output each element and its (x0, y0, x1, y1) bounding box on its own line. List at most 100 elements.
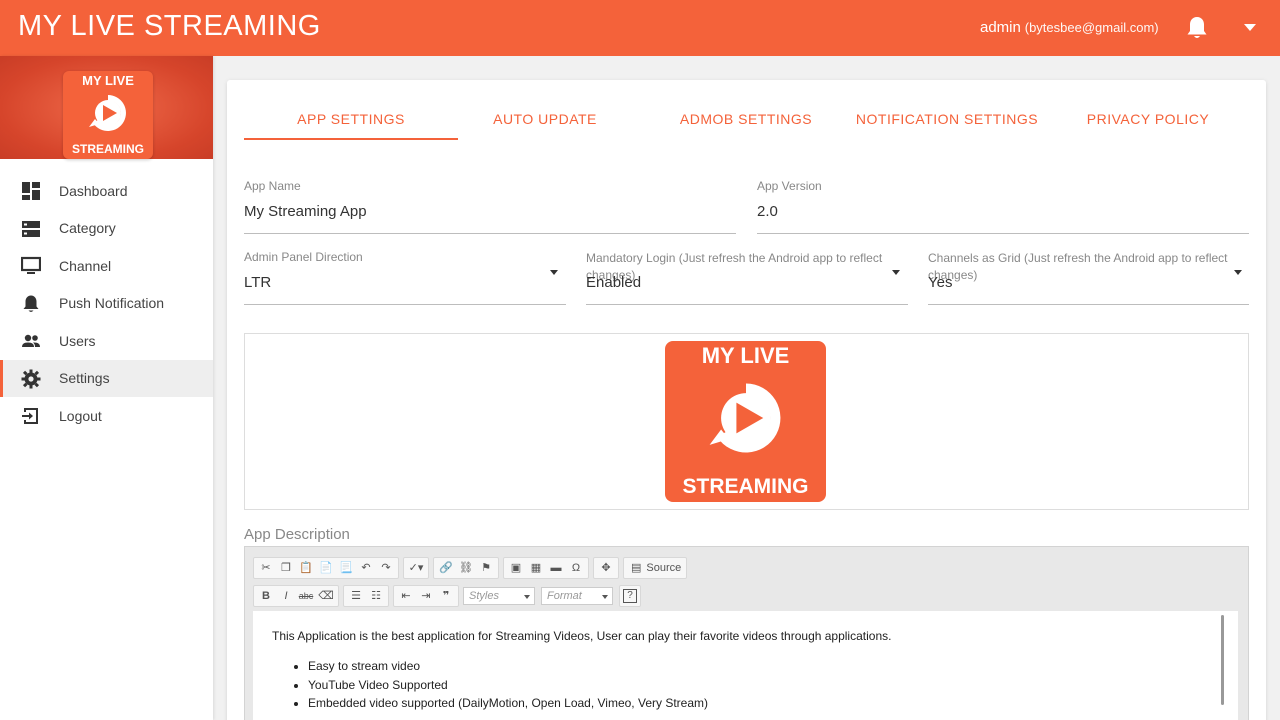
category-icon (22, 220, 40, 237)
outdent-icon[interactable]: ⇤ (397, 587, 415, 605)
link-icon[interactable]: 🔗 (437, 559, 455, 577)
user-email: (bytesbee@gmail.com) (1024, 20, 1159, 35)
dashboard-icon (22, 182, 40, 200)
dropdown-arrow-icon (550, 270, 558, 275)
mandatory-login-value: Enabled (586, 274, 642, 291)
mandatory-login-select[interactable]: Mandatory Login (Just refresh the Androi… (586, 250, 908, 306)
sidebar-item-channel[interactable]: Channel (0, 247, 213, 285)
source-icon: ▤ (631, 562, 642, 574)
description-list: Easy to stream video YouTube Video Suppo… (308, 657, 708, 713)
bold-icon[interactable]: B (257, 587, 275, 605)
indent-icon[interactable]: ⇥ (417, 587, 435, 605)
monitor-icon (21, 256, 41, 274)
strike-icon[interactable]: abc (297, 587, 315, 605)
sidebar-item-label: Push Notification (59, 295, 165, 312)
numbered-list-icon[interactable]: ☰ (347, 587, 365, 605)
dropdown-arrow-icon (892, 270, 900, 275)
app-version-label: App Version (757, 179, 822, 193)
logout-icon (22, 408, 38, 424)
bulleted-list-icon[interactable]: ☷ (367, 587, 385, 605)
sidebar-item-category[interactable]: Category (0, 210, 213, 248)
list-item: YouTube Video Supported (308, 676, 708, 695)
play-logo-icon (89, 95, 126, 131)
brand-title: MY LIVE STREAMING (18, 10, 321, 42)
app-version-field[interactable]: App Version 2.0 (757, 179, 1249, 235)
bell-icon (23, 295, 39, 312)
sidebar-item-settings[interactable]: Settings (0, 359, 213, 397)
tab-admob-settings[interactable]: ADMOB SETTINGS (645, 111, 847, 141)
styles-select[interactable]: Styles (463, 586, 535, 605)
sidebar-item-label: Logout (59, 407, 102, 424)
sidebar-item-logout[interactable]: Logout (0, 397, 213, 435)
cut-icon[interactable]: ✂ (257, 559, 275, 577)
app-name-input[interactable]: My Streaming App (244, 203, 367, 220)
direction-value: LTR (244, 274, 272, 291)
app-name-field[interactable]: App Name My Streaming App (244, 179, 736, 235)
sidebar-header: MY LIVE STREAMING (0, 56, 213, 159)
paste-icon[interactable]: 📋 (297, 559, 315, 577)
maximize-icon[interactable]: ✥ (597, 559, 615, 577)
direction-select[interactable]: Admin Panel Direction LTR (244, 250, 566, 306)
tab-auto-update[interactable]: AUTO UPDATE (445, 111, 645, 141)
source-button[interactable]: ▤ Source (627, 559, 683, 577)
editor-toolbar-row-2: B I abc ⌫ ☰ ☷ ⇤ ⇥ ❞ Styles Format ? (253, 584, 645, 607)
paste-text-icon[interactable]: 📄 (317, 559, 335, 577)
anchor-flag-icon[interactable]: ⚑ (477, 559, 495, 577)
settings-card: APP SETTINGS AUTO UPDATE ADMOB SETTINGS … (227, 80, 1266, 720)
channels-grid-value: Yes (928, 274, 953, 291)
app-logo-preview: MY LIVE STREAMING (665, 341, 826, 502)
tab-privacy-policy[interactable]: PRIVACY POLICY (1047, 111, 1249, 141)
copy-icon[interactable]: ❐ (277, 559, 295, 577)
channels-grid-label: Channels as Grid (Just refresh the Andro… (928, 251, 1228, 282)
sidebar-item-label: Settings (59, 370, 110, 387)
undo-icon[interactable]: ↶ (357, 559, 375, 577)
italic-icon[interactable]: I (277, 587, 295, 605)
play-logo-icon (709, 383, 781, 453)
editor-content-area[interactable]: This Application is the best application… (253, 611, 1238, 720)
sidebar-item-push-notification[interactable]: Push Notification (0, 285, 213, 323)
list-item: Embedded video supported (DailyMotion, O… (308, 694, 708, 713)
tab-app-settings[interactable]: APP SETTINGS (244, 111, 458, 141)
direction-label: Admin Panel Direction (244, 250, 363, 264)
app-image-box[interactable]: MY LIVE STREAMING (244, 333, 1249, 510)
image-icon[interactable]: ▣ (507, 559, 525, 577)
user-menu[interactable]: admin (bytesbee@gmail.com) (980, 19, 1159, 36)
horizontal-line-icon[interactable]: ▬ (547, 559, 565, 577)
app-description-label: App Description (244, 526, 350, 543)
unlink-icon[interactable]: ⛓ (457, 559, 475, 577)
blockquote-icon[interactable]: ❞ (437, 587, 455, 605)
sidebar-item-users[interactable]: Users (0, 322, 213, 360)
editor-toolbar-row-1: ✂ ❐ 📋 📄 📃 ↶ ↷ ✓▾ 🔗 ⛓ ⚑ ▣ ▦ ▬ Ω ✥ ▤ Sourc… (253, 556, 691, 579)
redo-icon[interactable]: ↷ (377, 559, 395, 577)
paste-word-icon[interactable]: 📃 (337, 559, 355, 577)
list-item: Easy to stream video (308, 657, 708, 676)
editor-scrollbar[interactable] (1221, 615, 1224, 705)
app-version-input[interactable]: 2.0 (757, 203, 778, 220)
remove-format-icon[interactable]: ⌫ (317, 587, 335, 605)
sidebar-nav: Dashboard Category Channel Push Notifica… (0, 172, 213, 435)
special-char-icon[interactable]: Ω (567, 559, 585, 577)
sidebar-item-label: Channel (59, 257, 112, 274)
sidebar-item-label: Category (59, 220, 116, 237)
app-name-label: App Name (244, 179, 301, 193)
user-name: admin (980, 19, 1021, 36)
sidebar-item-label: Users (59, 332, 96, 349)
notification-bell-icon[interactable] (1185, 15, 1209, 41)
gear-icon (21, 369, 41, 388)
dropdown-arrow-icon (1234, 270, 1242, 275)
app-logo: MY LIVE STREAMING (63, 71, 153, 159)
table-icon[interactable]: ▦ (527, 559, 545, 577)
user-dropdown-chevron-icon[interactable] (1244, 24, 1256, 31)
users-icon (22, 334, 40, 347)
rich-text-editor: ✂ ❐ 📋 📄 📃 ↶ ↷ ✓▾ 🔗 ⛓ ⚑ ▣ ▦ ▬ Ω ✥ ▤ Sourc… (244, 546, 1249, 720)
sidebar-item-dashboard[interactable]: Dashboard (0, 172, 213, 210)
sidebar-item-label: Dashboard (59, 182, 128, 199)
active-tab-indicator (244, 138, 458, 140)
tab-notification-settings[interactable]: NOTIFICATION SETTINGS (847, 111, 1047, 141)
format-select[interactable]: Format (541, 586, 613, 605)
description-paragraph: This Application is the best application… (272, 629, 892, 643)
channels-grid-select[interactable]: Channels as Grid (Just refresh the Andro… (928, 250, 1249, 306)
spellcheck-icon[interactable]: ✓▾ (407, 559, 425, 577)
top-bar: MY LIVE STREAMING admin (bytesbee@gmail.… (0, 0, 1280, 56)
help-icon[interactable]: ? (623, 588, 637, 603)
